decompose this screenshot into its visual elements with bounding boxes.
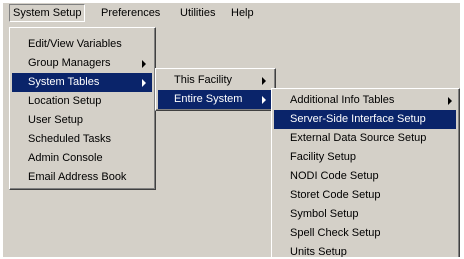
menu-utilities[interactable]: Utilities bbox=[176, 4, 219, 22]
menu-help[interactable]: Help bbox=[227, 4, 258, 22]
menu-item-scheduled-tasks[interactable]: Scheduled Tasks bbox=[12, 130, 152, 149]
menu-item-entire-system[interactable]: Entire System bbox=[158, 90, 272, 109]
menu-item-email-address-book[interactable]: Email Address Book bbox=[12, 168, 152, 187]
menu-item-storet-code-setup[interactable]: Storet Code Setup bbox=[274, 186, 456, 205]
menu-item-spell-check-setup[interactable]: Spell Check Setup bbox=[274, 224, 456, 243]
menu-item-label: Storet Code Setup bbox=[290, 189, 381, 201]
menu-item-label: Location Setup bbox=[28, 95, 102, 107]
submenu-arrow-icon bbox=[142, 79, 146, 87]
submenu-arrow-icon bbox=[448, 97, 452, 105]
menu-item-label: This Facility bbox=[174, 74, 233, 86]
menu-item-user-setup[interactable]: User Setup bbox=[12, 111, 152, 130]
menu-item-label: Entire System bbox=[174, 93, 243, 105]
menu-item-this-facility[interactable]: This Facility bbox=[158, 71, 272, 90]
menu-item-nodi-code-setup[interactable]: NODI Code Setup bbox=[274, 167, 456, 186]
system-tables-submenu: This Facility Entire System bbox=[155, 68, 276, 111]
menu-item-label: Spell Check Setup bbox=[290, 227, 381, 239]
menu-item-group-managers[interactable]: Group Managers bbox=[12, 54, 152, 73]
entire-system-submenu: Additional Info Tables Server-Side Inter… bbox=[271, 88, 460, 257]
menu-item-label: Email Address Book bbox=[28, 171, 127, 183]
menu-item-admin-console[interactable]: Admin Console bbox=[12, 149, 152, 168]
menu-item-label: Additional Info Tables bbox=[290, 94, 395, 106]
menu-item-label: Symbol Setup bbox=[290, 208, 359, 220]
menu-item-edit-view-variables[interactable]: Edit/View Variables bbox=[12, 35, 152, 54]
menu-item-label: Facility Setup bbox=[290, 151, 357, 163]
submenu-arrow-icon bbox=[142, 60, 146, 68]
application-window: System Setup Preferences Utilities Help … bbox=[3, 3, 460, 257]
menu-bar: System Setup Preferences Utilities Help bbox=[3, 3, 460, 23]
submenu-arrow-icon bbox=[262, 77, 266, 85]
menu-item-label: Units Setup bbox=[290, 246, 347, 257]
menu-item-label: Scheduled Tasks bbox=[28, 133, 111, 145]
menu-item-facility-setup[interactable]: Facility Setup bbox=[274, 148, 456, 167]
menu-item-label: External Data Source Setup bbox=[290, 132, 427, 144]
menu-item-label: Edit/View Variables bbox=[28, 38, 122, 50]
menu-item-label: User Setup bbox=[28, 114, 84, 126]
menu-item-system-tables[interactable]: System Tables bbox=[12, 73, 152, 92]
system-setup-dropdown: Edit/View Variables Group Managers Syste… bbox=[9, 27, 156, 190]
submenu-arrow-icon bbox=[262, 96, 266, 104]
menu-preferences[interactable]: Preferences bbox=[97, 4, 164, 22]
menu-item-label: Group Managers bbox=[28, 57, 111, 69]
menu-item-label: System Tables bbox=[28, 76, 100, 88]
menu-item-location-setup[interactable]: Location Setup bbox=[12, 92, 152, 111]
menu-item-symbol-setup[interactable]: Symbol Setup bbox=[274, 205, 456, 224]
menu-item-external-data-source-setup[interactable]: External Data Source Setup bbox=[274, 129, 456, 148]
menu-system-setup[interactable]: System Setup bbox=[9, 4, 86, 22]
menu-item-units-setup[interactable]: Units Setup bbox=[274, 243, 456, 257]
menu-item-label: NODI Code Setup bbox=[290, 170, 379, 182]
menu-item-label: Admin Console bbox=[28, 152, 103, 164]
menu-item-server-side-interface-setup[interactable]: Server-Side Interface Setup bbox=[274, 110, 456, 129]
menu-item-label: Server-Side Interface Setup bbox=[290, 113, 426, 125]
menu-item-additional-info-tables[interactable]: Additional Info Tables bbox=[274, 91, 456, 110]
